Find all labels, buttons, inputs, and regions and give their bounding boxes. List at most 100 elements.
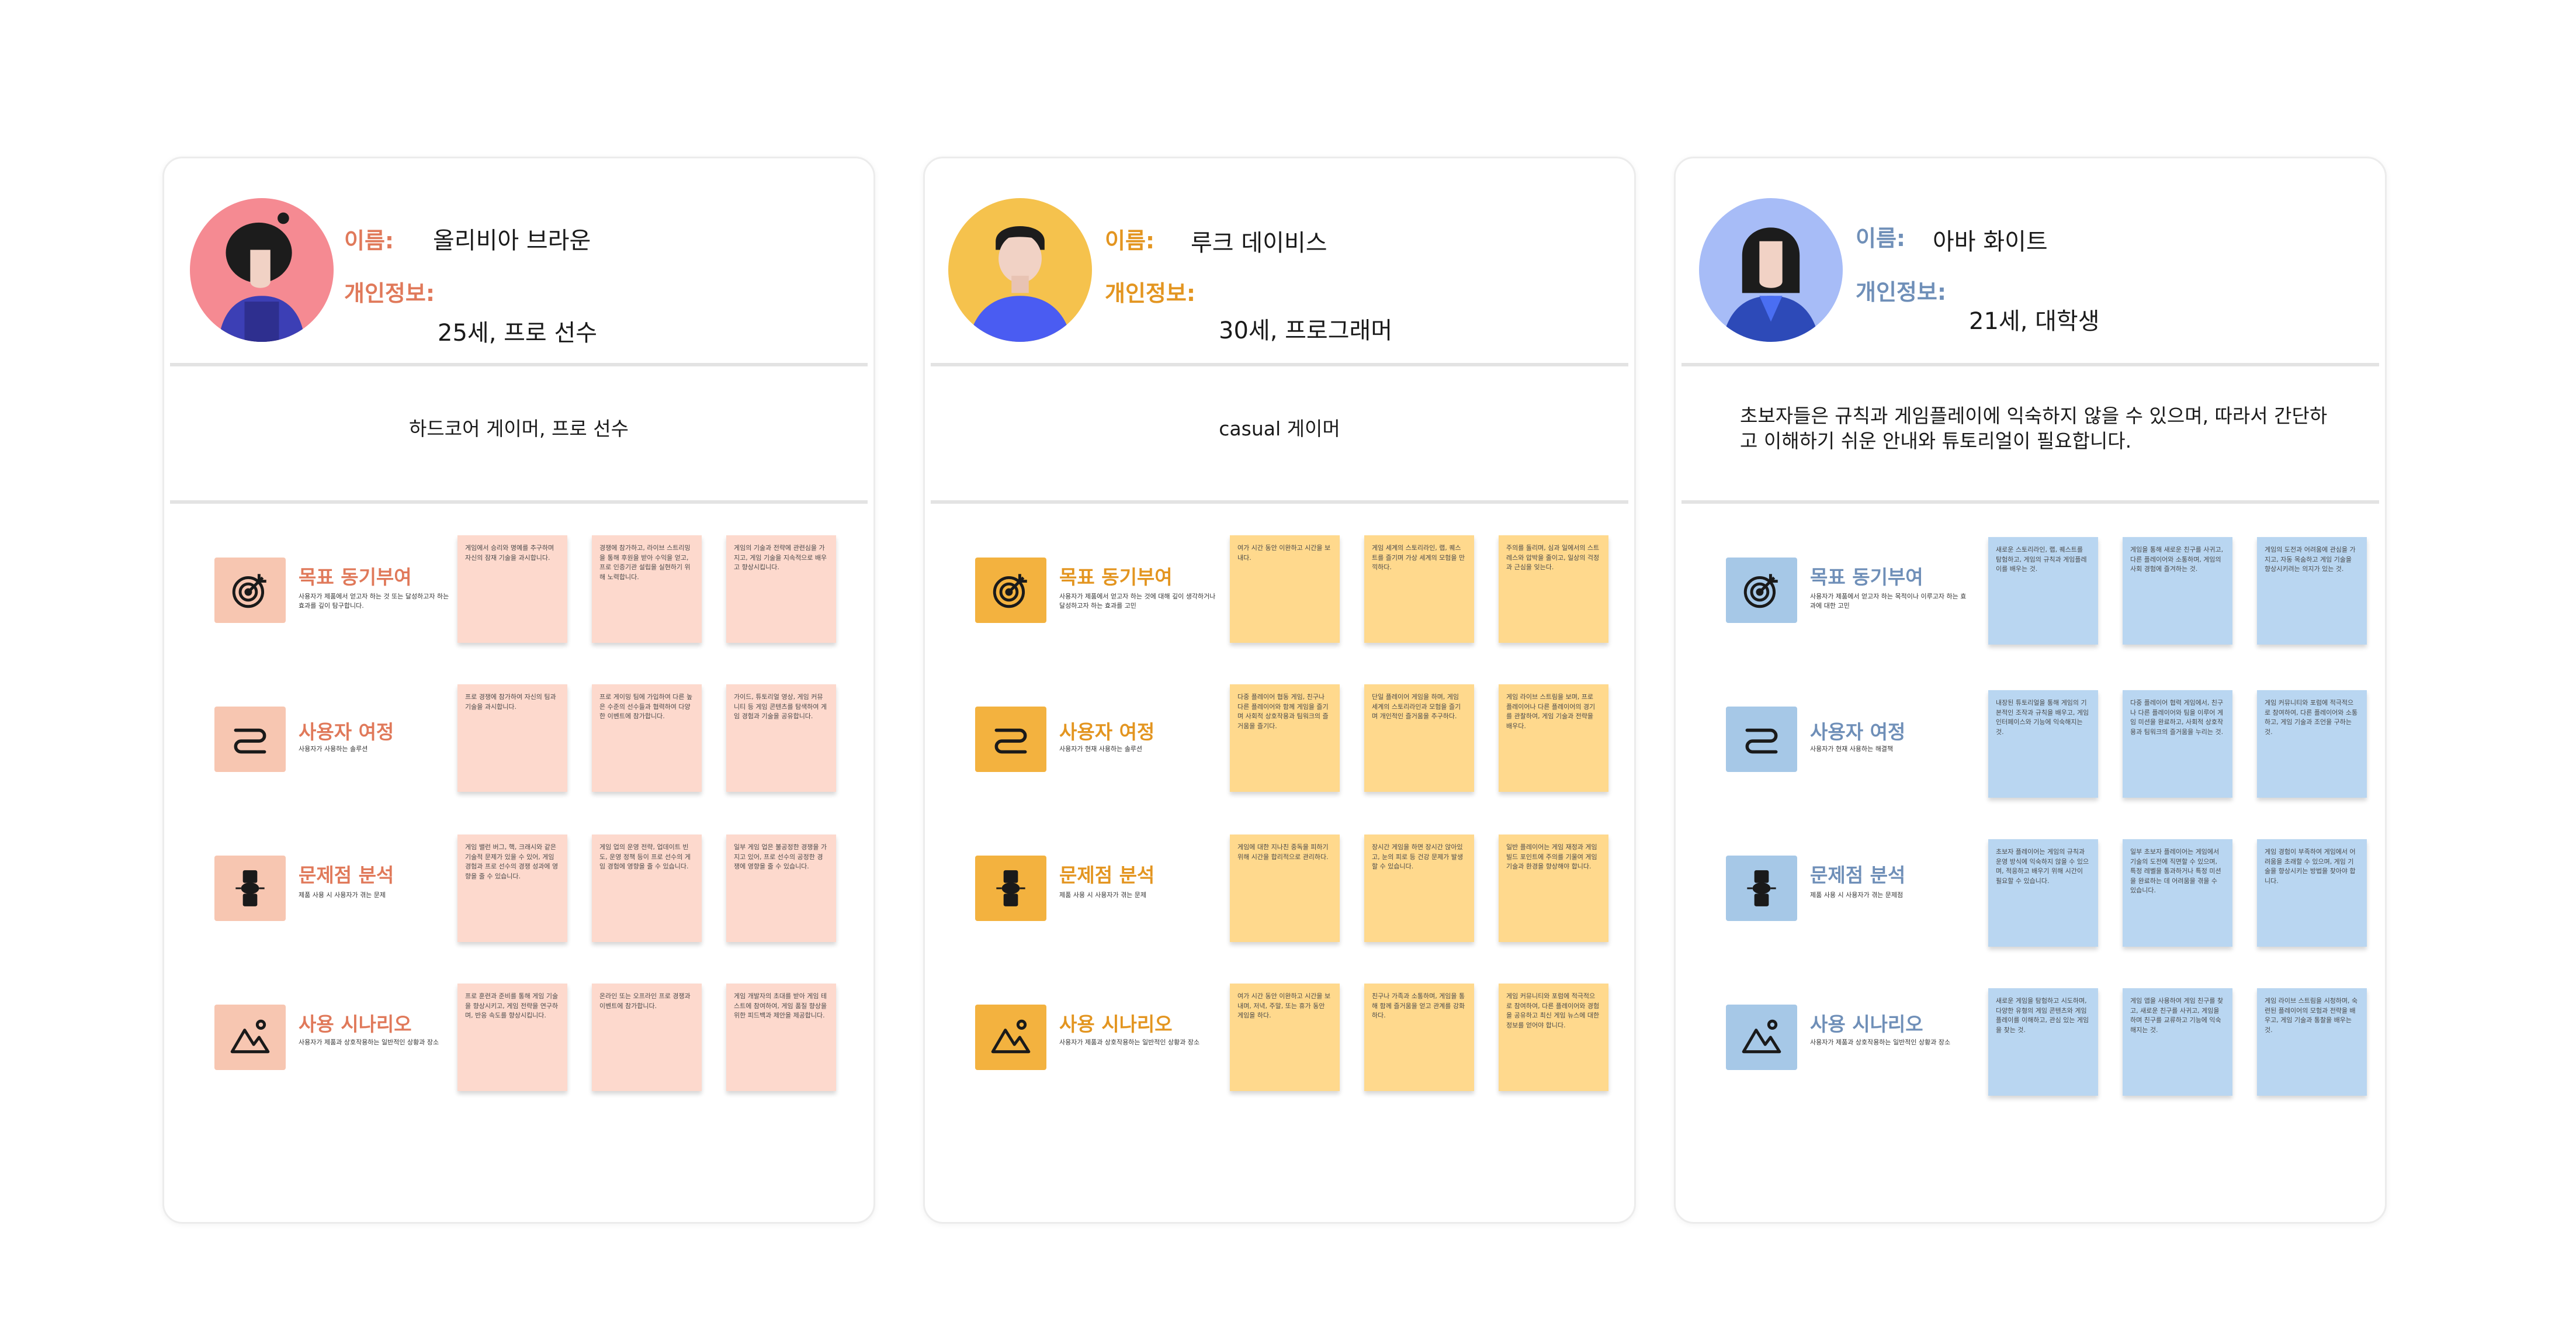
section-title-scenario: 사용 시나리오: [1810, 1013, 1923, 1036]
persona-info: 25세, 프로 선수: [438, 320, 598, 347]
sticky-note: 게임에 대한 지나친 중독을 피하기 위해 시간을 합리적으로 관리하다.: [1230, 835, 1340, 942]
persona-description: 하드코어 게이머, 프로 선수: [409, 417, 629, 440]
persona-info: 21세, 대학생: [1969, 308, 2100, 335]
section-subtitle: 제품 사용 시 사용자가 겪는 문제: [299, 891, 386, 899]
sticky-note: 새로운 게임을 탐험하고 시도하며, 다양한 유형의 게임 콘텐츠와 게임플레이…: [1988, 988, 2098, 1096]
divider: [170, 363, 868, 366]
person-avatar-icon: [948, 198, 1092, 342]
persona-name: 올리비아 브라운: [433, 227, 591, 254]
section-subtitle: 사용자가 제품과 상호작용하는 일반적인 상황과 장소: [1810, 1038, 1951, 1046]
section-subtitle: 제품 사용 시 사용자가 겪는 문제점: [1810, 891, 1904, 899]
avatar: [948, 198, 1092, 342]
sticky-note: 게임의 도전과 어려움에 관심을 가지고, 자동 목숨하고 게임 기술을 향상시…: [2257, 537, 2367, 645]
section-title-goal: 목표 동기부여: [299, 566, 412, 588]
landscape-icon: [975, 1005, 1046, 1070]
sticky-note: 게임 세계의 스토리라인, 랩, 퀘스트를 즐기며 가상 세계의 모험을 만끽하…: [1364, 535, 1474, 643]
avatar: [1699, 198, 1843, 342]
section-title-pain-points: 문제점 분석: [299, 864, 394, 887]
sticky-note: 게임 업의 운영 전략, 업데이트 빈도, 운영 정책 등이 프로 선수의 게임…: [592, 835, 702, 942]
sticky-note: 주의를 돌리며, 심과 일에서의 스트레스와 압박을 줄이고, 일상의 걱정과 …: [1499, 535, 1608, 643]
sticky-note: 게임 커뮤니티와 포럼에 적극적으로 참여하여, 다른 플레이어와 소통하고, …: [2257, 690, 2367, 798]
section-title-journey: 사용자 여정: [1810, 721, 1906, 743]
divider: [1681, 363, 2379, 366]
sticky-note: 경쟁에 참가하고, 라이브 스트리밍을 통해 후원을 받아 수익을 얻고, 프로…: [592, 535, 702, 643]
route-icon: [975, 707, 1046, 772]
persona-card: 이름: 루크 데이비스 개인정보: 30세, 프로그래머 casual 게이머 …: [923, 157, 1636, 1224]
info-label: 개인정보:: [1105, 281, 1196, 306]
sticky-note: 게임 경험이 부족하여 게임에서 어려움을 초래할 수 있으며, 게임 기술을 …: [2257, 839, 2367, 947]
sticky-note: 게임 앱을 사용하여 게임 친구를 찾고, 새로운 친구를 사귀고, 게임을 하…: [2123, 988, 2232, 1096]
divider: [931, 500, 1628, 504]
sticky-note: 게임 라이브 스트림을 시청하며, 숙련된 플레이어의 모험과 전략을 배우고,…: [2257, 988, 2367, 1096]
sticky-note: 프로 게이밍 팀에 가입하여 다른 높은 수준의 선수들과 협력하여 다양한 이…: [592, 684, 702, 792]
target-icon: [1726, 558, 1797, 623]
sticky-note: 게임을 통해 새로운 친구를 사귀고, 다른 플레이어와 소통하며, 게임의 사…: [2123, 537, 2232, 645]
divider: [170, 500, 868, 504]
avatar: [190, 198, 334, 342]
sticky-note: 일부 게임 업은 불공정한 경쟁을 가지고 있어, 프로 선수의 공정한 경쟁에…: [726, 835, 836, 942]
sticky-note: 일부 초보자 플레이어는 게임에서 기술의 도전에 직면할 수 있으며, 특정 …: [2123, 839, 2232, 947]
target-icon: [214, 558, 286, 623]
section-subtitle: 사용자가 현재 사용하는 솔루션: [1059, 745, 1143, 753]
sticky-note: 초보자 플레이어는 게임의 규칙과 운영 방식에 익숙하지 않을 수 있으며, …: [1988, 839, 2098, 947]
section-subtitle: 사용자가 제품과 상호작용하는 일반적인 상황과 장소: [1059, 1038, 1200, 1046]
landscape-icon: [214, 1005, 286, 1070]
sticky-note: 게임의 기술과 전략에 관련심을 가지고, 게임 기술을 지속적으로 배우고 향…: [726, 535, 836, 643]
section-title-journey: 사용자 여정: [1059, 721, 1155, 743]
target-icon: [975, 558, 1046, 623]
section-title-journey: 사용자 여정: [299, 721, 394, 743]
section-title-goal: 목표 동기부여: [1810, 566, 1923, 588]
section-title-pain-points: 문제점 분석: [1810, 864, 1906, 887]
sticky-note: 일반 플레이어는 게임 재정과 게임 빌드 포인트에 주의를 기울여 게임 기술…: [1499, 835, 1608, 942]
route-icon: [214, 707, 286, 772]
route-icon: [1726, 707, 1797, 772]
section-subtitle: 사용자가 제품에서 얻고자 하는 것 또는 달성하고자 하는 효과를 깊이 탐구…: [299, 593, 449, 610]
sticky-note: 내장된 튜토리얼을 통해 게임의 기본적인 조작과 규칙을 배우고, 게임 인터…: [1988, 690, 2098, 798]
info-label: 개인정보:: [1856, 279, 1947, 305]
divider: [1681, 500, 2379, 504]
sticky-note: 게임 커뮤니티와 포럼에 적극적으로 참여하여, 다른 플레이어와 경험을 공유…: [1499, 984, 1608, 1091]
persona-info: 30세, 프로그래머: [1219, 317, 1393, 344]
sticky-note: 여가 시간 동안 이완하고 시간을 보내며, 저녁, 주말, 또는 휴가 동안 …: [1230, 984, 1340, 1091]
persona-description: 초보자들은 규칙과 게임플레이에 익숙하지 않을 수 있으며, 따라서 간단하고…: [1740, 404, 2328, 452]
section-subtitle: 사용자가 제품에서 얻고자 하는 목적이나 이루고자 하는 효과에 대한 고민: [1810, 593, 1967, 610]
section-subtitle: 사용자가 현재 사용하는 해결책: [1810, 745, 1894, 753]
sticky-note: 다중 플레이어 협력 게임에서, 친구나 다른 플레이어와 팀을 이루어 게임 …: [2123, 690, 2232, 798]
persona-name: 루크 데이비스: [1191, 230, 1327, 257]
persona-card: 이름: 올리비아 브라운 개인정보: 25세, 프로 선수 하드코어 게이머, …: [162, 157, 875, 1224]
knee-joint-icon: [1726, 856, 1797, 921]
section-title-goal: 목표 동기부여: [1059, 566, 1173, 588]
sticky-note: 다중 플레이어 협동 게임, 친구나 다른 플레이어와 함께 게임을 즐기며 사…: [1230, 684, 1340, 792]
section-subtitle: 제품 사용 시 사용자가 겪는 문제: [1059, 891, 1147, 899]
name-label: 이름:: [1856, 226, 1906, 251]
section-subtitle: 사용자가 제품에서 얻고자 하는 것에 대해 깊이 생각하거나 달성하고자 하는…: [1059, 593, 1216, 610]
divider: [931, 363, 1628, 366]
sticky-note: 게임 밸런 버그, 핵, 크래시와 같은 기술적 문제가 있을 수 있어, 게임…: [457, 835, 567, 942]
sticky-note: 게임 라이브 스트림을 보며, 프로 플레이어나 다른 플레이어의 경기를 관찰…: [1499, 684, 1608, 792]
section-title-scenario: 사용 시나리오: [299, 1013, 412, 1036]
persona-name: 아바 화이트: [1933, 228, 2048, 255]
sticky-note: 가이드, 튜토리얼 영상, 게임 커뮤니티 등 게임 콘텐츠를 탐색하여 게임 …: [726, 684, 836, 792]
sticky-note: 프로 훈련과 준비를 통해 게임 기술을 향상시키고, 게임 전략을 연구하며,…: [457, 984, 567, 1091]
section-title-scenario: 사용 시나리오: [1059, 1013, 1173, 1036]
landscape-icon: [1726, 1005, 1797, 1070]
persona-description: casual 게이머: [1219, 417, 1340, 440]
section-subtitle: 사용자가 제품과 상호작용하는 일반적인 상황과 장소: [299, 1038, 439, 1046]
sticky-note: 온라인 또는 오프라인 프로 경쟁과 이벤트에 참가합니다.: [592, 984, 702, 1091]
section-title-pain-points: 문제점 분석: [1059, 864, 1155, 887]
sticky-note: 프로 경쟁에 참가하여 자신의 팀과 기술을 과시합니다.: [457, 684, 567, 792]
persona-card: 이름: 아바 화이트 개인정보: 21세, 대학생 초보자들은 규칙과 게임플레…: [1674, 157, 2387, 1224]
sticky-note: 단일 플레이어 게임을 하며, 게임 세계의 스토리라인과 모험을 즐기며 개인…: [1364, 684, 1474, 792]
section-subtitle: 사용자가 사용하는 솔루션: [299, 745, 368, 753]
person-avatar-icon: [190, 198, 334, 342]
person-avatar-icon: [1699, 198, 1843, 342]
sticky-note: 장시간 게임을 하면 장시간 앉아있고, 눈의 피로 등 건강 문제가 발생할 …: [1364, 835, 1474, 942]
name-label: 이름:: [1105, 228, 1155, 254]
sticky-note: 게임 개발자의 초대를 받아 게임 테스트에 참여하여, 게임 품질 향상을 위…: [726, 984, 836, 1091]
knee-joint-icon: [975, 856, 1046, 921]
name-label: 이름:: [344, 228, 394, 254]
sticky-note: 게임에서 승리와 명예를 추구하며 자신의 잠재 기술을 과시합니다.: [457, 535, 567, 643]
knee-joint-icon: [214, 856, 286, 921]
sticky-note: 친구나 가족과 소통하며, 게임을 통해 함께 즐거움을 얻고 관계를 강화하다…: [1364, 984, 1474, 1091]
info-label: 개인정보:: [344, 281, 435, 306]
